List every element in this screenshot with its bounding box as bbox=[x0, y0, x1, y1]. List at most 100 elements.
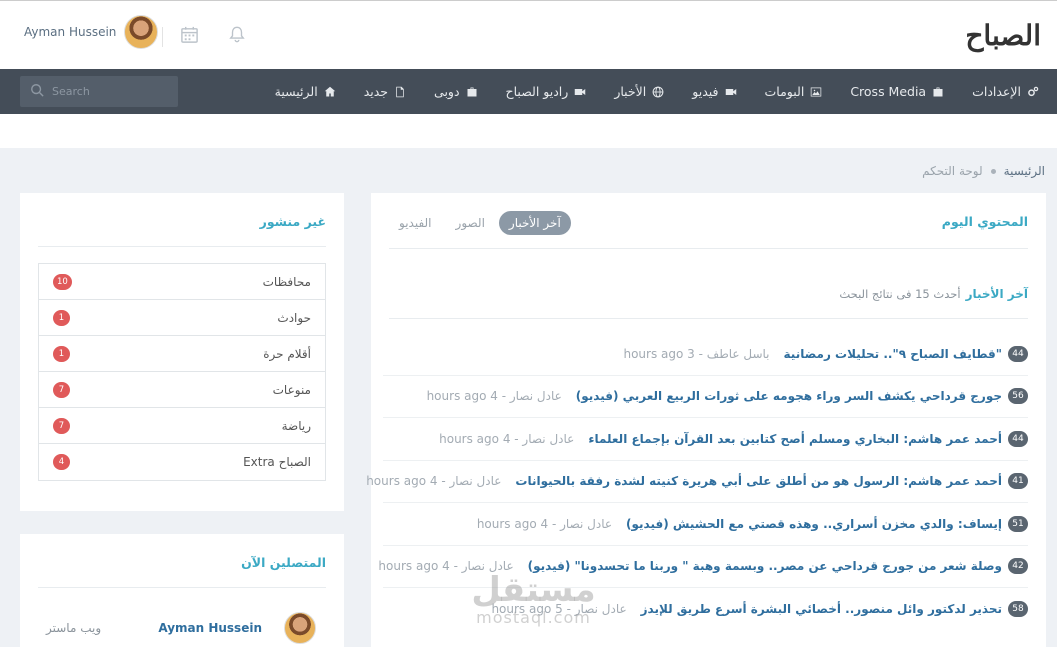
news-meta: عادل نصار - 4 hours ago bbox=[378, 559, 514, 574]
top-header: Ayman Hussein الصباح bbox=[0, 0, 1057, 69]
search-input[interactable] bbox=[52, 85, 162, 98]
calendar-icon[interactable] bbox=[180, 25, 200, 45]
briefcase-icon bbox=[933, 87, 943, 96]
category-label: حوادث bbox=[277, 310, 311, 325]
header-divider bbox=[162, 27, 163, 47]
category-list: محافظات 10 حوادث 1 أقلام حرة 1 منوعات 7 … bbox=[38, 263, 326, 481]
avatar[interactable] bbox=[124, 15, 159, 49]
category-item[interactable]: رياضة 7 bbox=[39, 408, 325, 444]
list-item: 42 وصلة شعر من جورج قرداحي عن مصر.. وبسم… bbox=[378, 546, 1028, 588]
divider bbox=[389, 318, 1028, 319]
tab-photos[interactable]: الصور bbox=[446, 211, 495, 235]
count-badge: 1 bbox=[53, 345, 70, 362]
divider bbox=[389, 248, 1028, 249]
views-badge: 56 bbox=[1008, 388, 1028, 405]
breadcrumb-home[interactable]: الرئيسية bbox=[1004, 164, 1045, 178]
list-item: 44 "قطايف الصباح ٩".. تحليلات رمضانية با… bbox=[383, 333, 1028, 376]
nav-label: الأخبار bbox=[614, 84, 647, 99]
news-meta: عادل نصار - 5 hours ago bbox=[491, 602, 627, 617]
logo-text: الصباح bbox=[965, 19, 1041, 52]
nav-menu: الرئيسية جديد دوبى راديو الصباح الأخبار … bbox=[275, 69, 1039, 114]
online-user-role: ويب ماستر bbox=[46, 621, 102, 635]
count-badge: 4 bbox=[53, 454, 70, 470]
nav-label: البومات bbox=[764, 84, 805, 99]
news-title-link[interactable]: أحمد عمر هاشم: الرسول هو من أطلق على أبي… bbox=[515, 474, 1002, 488]
news-meta: باسل عاطف - 3 hours ago bbox=[623, 346, 770, 361]
site-logo[interactable]: الصباح bbox=[965, 19, 1041, 52]
online-user-name[interactable]: Ayman Hussein bbox=[158, 621, 262, 635]
main-navbar: الرئيسية جديد دوبى راديو الصباح الأخبار … bbox=[0, 69, 1057, 114]
nav-item-radio[interactable]: راديو الصباح bbox=[506, 84, 587, 99]
list-item: 44 أحمد عمر هاشم: البخاري ومسلم أصح كتاب… bbox=[383, 418, 1028, 461]
nav-item-news[interactable]: الأخبار bbox=[614, 84, 664, 99]
nav-item-settings[interactable]: الإعدادات bbox=[972, 84, 1039, 99]
list-item: 51 إيساف: والدي مخزن أسراري.. وهذه قصتي … bbox=[383, 503, 1028, 546]
breadcrumb: الرئيسية لوحة التحكم bbox=[922, 164, 1045, 178]
nav-item-video[interactable]: فيديو bbox=[692, 84, 736, 99]
category-label: رياضة bbox=[281, 418, 311, 433]
category-item[interactable]: حوادث 1 bbox=[39, 300, 325, 336]
avatar[interactable] bbox=[284, 612, 316, 644]
category-item[interactable]: أقلام حرة 1 bbox=[39, 336, 325, 372]
sub-header-strip bbox=[0, 114, 1057, 148]
views-badge: 58 bbox=[1008, 601, 1028, 618]
news-meta: عادل نصار - 4 hours ago bbox=[426, 389, 562, 404]
category-label: منوعات bbox=[272, 382, 311, 397]
nav-label: الرئيسية bbox=[274, 84, 318, 99]
tab-latest-news[interactable]: آخر الأخبار bbox=[498, 211, 571, 235]
news-title-link[interactable]: "قطايف الصباح ٩".. تحليلات رمضانية bbox=[784, 347, 1002, 361]
globe-icon bbox=[652, 86, 664, 97]
todays-content-panel: المحتوي اليوم الفيديو الصور آخر الأخبار … bbox=[366, 193, 1046, 647]
user-menu[interactable]: Ayman Hussein bbox=[24, 15, 159, 49]
news-heading-title: آخر الأخبار bbox=[965, 287, 1028, 301]
count-badge: 1 bbox=[53, 309, 70, 326]
image-icon bbox=[811, 87, 822, 96]
views-badge: 41 bbox=[1008, 473, 1028, 490]
news-title-link[interactable]: وصلة شعر من جورج قرداحي عن مصر.. وبسمة و… bbox=[528, 559, 1002, 573]
nav-item-new[interactable]: جديد bbox=[364, 84, 406, 99]
nav-label: راديو الصباح bbox=[505, 84, 569, 99]
search-box[interactable] bbox=[20, 76, 178, 107]
online-user-row: Ayman Hussein ويب ماستر bbox=[46, 612, 316, 644]
views-badge: 44 bbox=[1008, 345, 1028, 362]
unpublished-panel: غير منشور محافظات 10 حوادث 1 أقلام حرة 1… bbox=[20, 193, 344, 511]
nav-label: فيديو bbox=[692, 84, 719, 99]
news-meta: عادل نصار - 4 hours ago bbox=[366, 474, 502, 489]
nav-item-albums[interactable]: البومات bbox=[765, 84, 823, 99]
divider bbox=[38, 246, 326, 247]
category-item[interactable]: محافظات 10 bbox=[39, 264, 325, 300]
nav-item-home[interactable]: الرئيسية bbox=[275, 84, 336, 99]
panel-title: غير منشور bbox=[259, 214, 326, 229]
news-title-link[interactable]: جورج قرداحي يكشف السر وراء هجومه على ثور… bbox=[576, 389, 1002, 403]
count-badge: 10 bbox=[53, 273, 72, 290]
news-title-link[interactable]: تحذير لدكتور وائل منصور.. أخصائي البشرة … bbox=[641, 602, 1002, 616]
category-label: أقلام حرة bbox=[263, 346, 311, 361]
news-title-link[interactable]: إيساف: والدي مخزن أسراري.. وهذه قصتي مع … bbox=[626, 517, 1002, 531]
category-item[interactable]: الصباح Extra 4 bbox=[39, 444, 325, 480]
views-badge: 51 bbox=[1008, 515, 1028, 532]
nav-label: دوبى bbox=[434, 84, 460, 99]
news-title-link[interactable]: أحمد عمر هاشم: البخاري ومسلم أصح كتابين … bbox=[588, 432, 1002, 446]
divider bbox=[38, 587, 326, 588]
list-item: 41 أحمد عمر هاشم: الرسول هو من أطلق على … bbox=[366, 461, 1028, 503]
bell-icon[interactable] bbox=[228, 25, 248, 45]
search-icon bbox=[30, 82, 44, 101]
category-item[interactable]: منوعات 7 bbox=[39, 372, 325, 408]
nav-item-dubai[interactable]: دوبى bbox=[434, 84, 478, 99]
category-label: محافظات bbox=[262, 274, 311, 289]
views-badge: 42 bbox=[1008, 558, 1028, 575]
news-heading-subtitle: أحدث 15 فى نتائج البحث bbox=[839, 287, 961, 301]
home-icon bbox=[324, 86, 335, 96]
count-badge: 7 bbox=[53, 417, 70, 434]
list-item: 58 تحذير لدكتور وائل منصور.. أخصائي البش… bbox=[383, 588, 1028, 631]
breadcrumb-separator bbox=[990, 168, 996, 174]
tab-videos[interactable]: الفيديو bbox=[389, 211, 442, 235]
list-item: 56 جورج قرداحي يكشف السر وراء هجومه على … bbox=[383, 376, 1028, 418]
category-label: الصباح Extra bbox=[243, 455, 311, 469]
nav-item-cross-media[interactable]: Cross Media bbox=[850, 84, 944, 99]
video-icon bbox=[725, 88, 736, 95]
briefcase-icon bbox=[467, 87, 477, 96]
nav-label: الإعدادات bbox=[972, 84, 1021, 99]
news-meta: عادل نصار - 4 hours ago bbox=[476, 516, 613, 531]
user-name[interactable]: Ayman Hussein bbox=[24, 25, 116, 39]
